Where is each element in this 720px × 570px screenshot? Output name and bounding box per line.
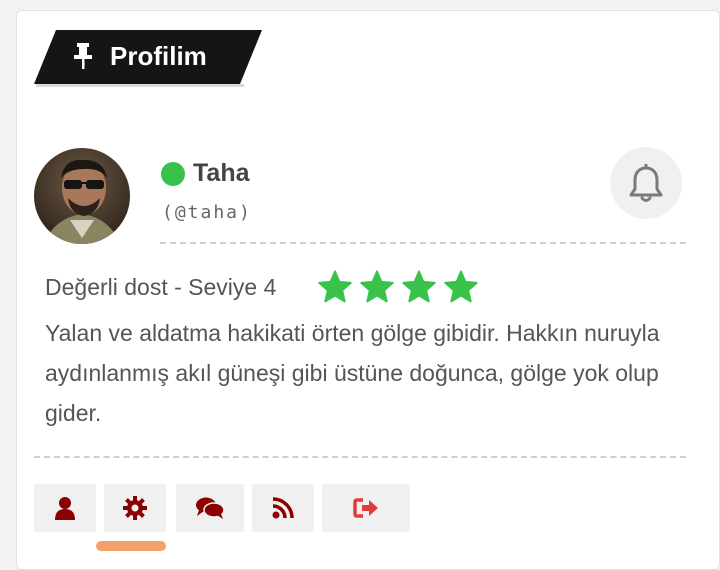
rating-stars [318,270,478,304]
feed-button[interactable] [252,484,314,532]
star-icon [444,270,478,303]
title-banner-shadow [36,84,244,87]
profile-button[interactable] [34,484,96,532]
notifications-button[interactable] [610,147,682,219]
star-icon [318,270,352,303]
page-title: Profilim [110,41,207,71]
user-icon [55,497,75,520]
online-status-icon [161,162,185,186]
sign-out-icon [353,498,378,518]
logout-button[interactable] [322,484,410,532]
comments-icon [196,497,225,519]
pin-icon [74,43,92,69]
rss-icon [272,497,294,519]
avatar[interactable] [34,148,130,244]
active-tab-indicator [96,541,166,551]
divider [34,456,686,458]
user-handle: (@taha) [162,202,252,223]
divider [160,242,686,244]
messages-button[interactable] [176,484,244,532]
level-label: Değerli dost - Seviye 4 [45,274,277,300]
bell-icon [629,164,663,202]
user-name[interactable]: Taha [193,159,250,188]
gear-icon [123,496,147,520]
star-icon [360,270,394,303]
star-icon [402,270,436,303]
settings-button[interactable] [104,484,166,532]
bio-text: Yalan ve aldatma hakikati örten gölge gi… [45,320,660,426]
